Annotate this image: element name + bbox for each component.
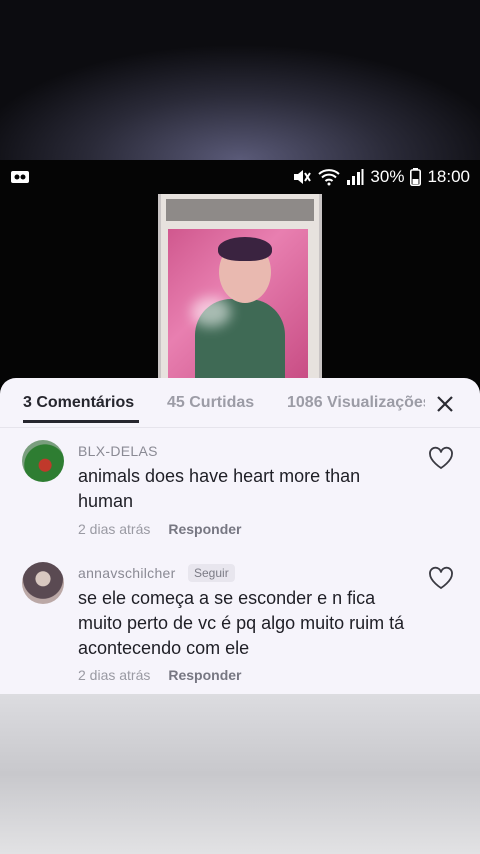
battery-percent: 30% [370,167,405,186]
follow-button[interactable]: Seguir [188,564,235,582]
reply-button[interactable]: Responder [168,521,241,537]
tab-comments[interactable]: 3 Comentários [23,394,134,412]
comment-username[interactable]: annavschilcher [78,565,176,581]
heart-icon[interactable] [428,566,454,590]
tab-views[interactable]: 1086 Visualizações [287,394,425,412]
comment-time: 2 dias atrás [78,521,151,537]
tab-bar: 3 Comentários 45 Curtidas 1086 Visualiza… [0,394,480,424]
tab-likes[interactable]: 45 Curtidas [167,394,254,412]
heart-icon[interactable] [428,446,454,470]
comment-text: se ele começa a se esconder e n fica mui… [78,588,405,658]
comment-meta: 2 dias atrás Responder [78,521,242,537]
mute-vibrate-icon [294,170,312,184]
blurred-background-bottom [0,694,480,854]
photo-frame [158,194,322,384]
blurred-background-top [0,0,480,160]
comment-text: animals does have heart more than human [78,466,361,511]
screen-recorder-icon [11,171,29,183]
avatar[interactable] [22,440,64,482]
avatar[interactable] [22,562,64,604]
video-frame[interactable] [0,194,480,384]
battery-icon [410,168,422,186]
comments-sheet: 3 Comentários 45 Curtidas 1086 Visualiza… [0,378,480,694]
comment-username[interactable]: BLX-DELAS [78,443,158,459]
signal-icon [347,169,364,185]
active-tab-indicator [23,420,139,423]
clock: 18:00 [427,167,470,186]
close-icon[interactable] [434,393,456,415]
comment-time: 2 dias atrás [78,667,151,683]
status-bar: 30% 18:00 [0,160,480,194]
reply-button[interactable]: Responder [168,667,241,683]
divider [0,427,480,428]
comment-meta: 2 dias atrás Responder [78,667,242,683]
wifi-icon [318,169,341,186]
